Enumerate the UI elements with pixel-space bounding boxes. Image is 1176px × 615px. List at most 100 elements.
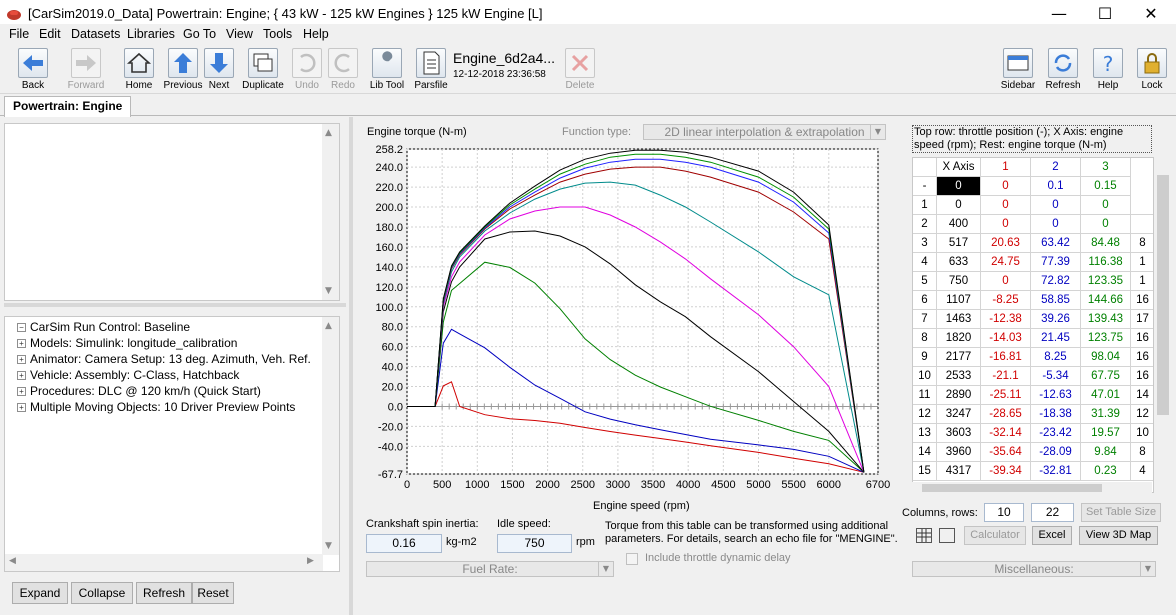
table-cell[interactable]: 1 (1131, 253, 1153, 272)
menu-tools[interactable]: Tools (263, 27, 292, 41)
table-cell[interactable]: 20.63 (981, 234, 1031, 253)
table-cell[interactable]: -32.14 (981, 424, 1031, 443)
expand-button[interactable]: Expand (12, 582, 68, 604)
table-cell[interactable]: -35.64 (981, 443, 1031, 462)
throttle-delay-checkbox[interactable] (626, 553, 638, 565)
reset-button[interactable]: Reset (192, 582, 234, 604)
table-cell[interactable]: 8 (1131, 234, 1153, 253)
table-grid-icon[interactable] (916, 528, 932, 543)
table-cell[interactable]: 16 (1131, 329, 1153, 348)
table-cell[interactable]: 8.25 (1031, 348, 1081, 367)
table-cell[interactable]: 16 (1131, 367, 1153, 386)
table-cell[interactable]: 4 (1131, 462, 1153, 481)
sidebar-button[interactable]: Sidebar (1000, 46, 1036, 92)
calculator-button[interactable]: Calculator (964, 526, 1026, 545)
table-cell[interactable]: 0 (981, 272, 1031, 291)
table-cell[interactable]: 4317 (937, 462, 981, 481)
table-scroll-thumb[interactable] (1157, 175, 1169, 415)
table-cell[interactable]: 19.57 (1081, 424, 1131, 443)
collapse-button[interactable]: Collapse (71, 582, 133, 604)
table-cell[interactable]: 3603 (937, 424, 981, 443)
parsfile-button[interactable]: Parsfile (414, 46, 448, 92)
table-cell[interactable]: 0 (1081, 196, 1131, 215)
expand-plus-icon[interactable]: + (17, 355, 26, 364)
lib-tool-button[interactable]: Lib Tool (369, 46, 405, 92)
table-cell[interactable]: 633 (937, 253, 981, 272)
menu-go-to[interactable]: Go To (183, 27, 216, 41)
table-cell[interactable]: -28.09 (1031, 443, 1081, 462)
table-cell[interactable]: 77.39 (1031, 253, 1081, 272)
back-button[interactable]: Back (10, 46, 56, 92)
menu-view[interactable]: View (226, 27, 253, 41)
table-cell[interactable]: 517 (937, 234, 981, 253)
table-cell[interactable]: 0 (1081, 215, 1131, 234)
table-vscrollbar[interactable] (1155, 157, 1172, 493)
table-cell[interactable]: -23.42 (1031, 424, 1081, 443)
columns-input[interactable]: 10 (984, 503, 1024, 522)
table-cell[interactable]: 0 (981, 196, 1031, 215)
rows-input[interactable]: 22 (1031, 503, 1074, 522)
table-cell[interactable]: 10 (1131, 424, 1153, 443)
table-cell[interactable]: 47.01 (1081, 386, 1131, 405)
table-cell[interactable]: 98.04 (1081, 348, 1131, 367)
view-3d-map-button[interactable]: View 3D Map (1079, 526, 1158, 545)
next-button[interactable]: Next (203, 46, 235, 92)
tree-item[interactable]: − CarSim Run Control: Baseline (17, 320, 190, 336)
expand-plus-icon[interactable]: + (17, 371, 26, 380)
table-cell[interactable]: 67.75 (1081, 367, 1131, 386)
table-cell[interactable]: 58.85 (1031, 291, 1081, 310)
table-window-icon[interactable] (939, 528, 955, 543)
table-cell[interactable]: -8.25 (981, 291, 1031, 310)
table-cell[interactable]: -12.63 (1031, 386, 1081, 405)
table-cell[interactable]: 0 (937, 177, 981, 196)
table-cell[interactable]: -12.38 (981, 310, 1031, 329)
tree-item[interactable]: + Models: Simulink: longitude_calibration (17, 336, 237, 352)
lock-button[interactable]: Lock (1137, 46, 1167, 92)
table-cell[interactable]: 2890 (937, 386, 981, 405)
refresh-button[interactable]: Refresh (1045, 46, 1081, 92)
tree-item[interactable]: + Multiple Moving Objects: 10 Driver Prev… (17, 400, 295, 416)
table-cell[interactable]: 116.38 (1081, 253, 1131, 272)
table-hscroll-thumb[interactable] (922, 484, 1102, 492)
table-cell[interactable]: 24.75 (981, 253, 1031, 272)
table-cell[interactable]: -16.81 (981, 348, 1031, 367)
table-hscrollbar[interactable] (912, 482, 1152, 494)
table-cell[interactable]: 1 (1131, 272, 1153, 291)
idle-speed-input[interactable]: 750 (497, 534, 572, 553)
table-cell[interactable]: -14.03 (981, 329, 1031, 348)
undo-button[interactable]: Undo (292, 46, 322, 92)
table-cell[interactable]: -25.11 (981, 386, 1031, 405)
table-cell[interactable]: 31.39 (1081, 405, 1131, 424)
table-cell[interactable]: 1107 (937, 291, 981, 310)
table-cell[interactable]: 400 (937, 215, 981, 234)
table-cell[interactable]: 14 (1131, 386, 1153, 405)
table-cell[interactable]: -32.81 (1031, 462, 1081, 481)
table-cell[interactable] (1131, 196, 1153, 215)
table-cell[interactable]: 12 (1131, 405, 1153, 424)
horizontal-splitter[interactable] (4, 303, 346, 307)
table-cell[interactable]: 750 (937, 272, 981, 291)
tree-vscrollbar[interactable]: ▲ ▼ (322, 317, 339, 555)
table-cell[interactable]: -18.38 (1031, 405, 1081, 424)
refresh-tree-button[interactable]: Refresh (136, 582, 192, 604)
table-cell[interactable]: 0 (981, 215, 1031, 234)
menu-help[interactable]: Help (303, 27, 329, 41)
tab-powertrain-engine[interactable]: Powertrain: Engine (4, 96, 132, 117)
table-cell[interactable]: 2533 (937, 367, 981, 386)
table-cell[interactable]: 123.75 (1081, 329, 1131, 348)
set-table-size-button[interactable]: Set Table Size (1081, 503, 1161, 522)
table-cell[interactable]: 2177 (937, 348, 981, 367)
forward-button[interactable]: Forward (62, 46, 110, 92)
fuel-rate-dropdown[interactable]: Fuel Rate: ▼ (366, 561, 614, 577)
expand-plus-icon[interactable]: + (17, 387, 26, 396)
table-cell[interactable] (1131, 215, 1153, 234)
table-cell[interactable]: 0.15 (1081, 177, 1131, 196)
table-cell[interactable]: 16 (1131, 348, 1153, 367)
table-cell[interactable]: 0 (1031, 196, 1081, 215)
table-cell[interactable]: 1820 (937, 329, 981, 348)
redo-button[interactable]: Redo (328, 46, 358, 92)
table-cell[interactable]: 0.1 (1031, 177, 1081, 196)
miscellaneous-dropdown[interactable]: Miscellaneous: ▼ (912, 561, 1156, 577)
menu-datasets[interactable]: Datasets (71, 27, 120, 41)
table-cell[interactable]: 0.23 (1081, 462, 1131, 481)
